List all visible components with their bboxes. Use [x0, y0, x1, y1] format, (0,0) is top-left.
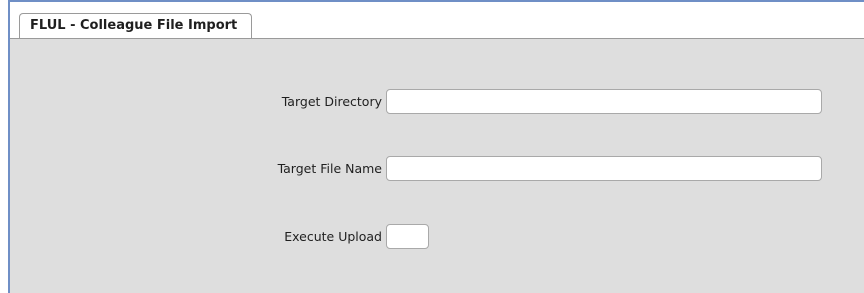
tab-flul-colleague-file-import[interactable]: FLUL - Colleague File Import [19, 13, 253, 38]
execute-upload-label: Execute Upload [284, 229, 382, 244]
target-directory-label: Target Directory [281, 94, 382, 109]
target-directory-input[interactable] [386, 89, 822, 114]
top-border [8, 0, 864, 2]
form-screen: FLUL - Colleague File Import Target Dire… [0, 0, 864, 293]
execute-upload-input[interactable] [386, 224, 429, 249]
target-file-name-input[interactable] [386, 156, 822, 181]
form-panel: Target Directory Target File Name Execut… [10, 38, 864, 293]
target-file-name-row: Target File Name [10, 156, 822, 181]
tab-label: FLUL - Colleague File Import [30, 18, 238, 33]
target-directory-row: Target Directory [10, 89, 822, 114]
target-file-name-label: Target File Name [277, 161, 382, 176]
execute-upload-row: Execute Upload [10, 224, 429, 249]
